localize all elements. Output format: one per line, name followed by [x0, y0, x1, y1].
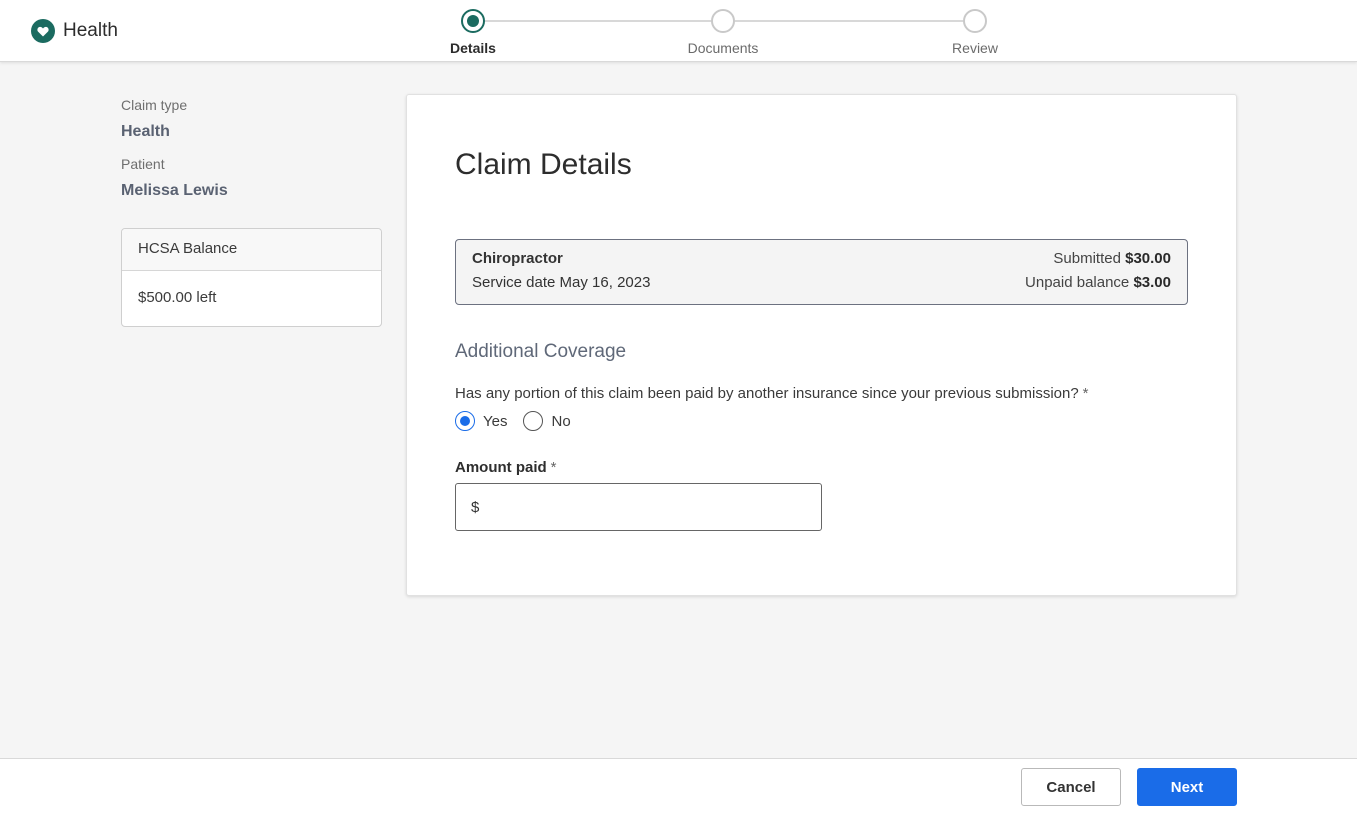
- progress-stepper: Details Documents Review: [0, 0, 1357, 62]
- patient-value: Melissa Lewis: [121, 182, 228, 199]
- page-title: Claim Details: [455, 148, 632, 181]
- step-indicator-documents[interactable]: [711, 9, 735, 33]
- claim-unpaid: Unpaid balance $3.00: [1025, 274, 1171, 291]
- radio-no-label[interactable]: No: [551, 413, 570, 430]
- claim-type-label: Claim type: [121, 97, 188, 113]
- required-marker: *: [550, 459, 557, 476]
- amount-paid-input[interactable]: [485, 485, 821, 529]
- submitted-amount: $30.00: [1125, 250, 1171, 267]
- coverage-radio-group: Yes No: [455, 411, 587, 431]
- step-label-review[interactable]: Review: [915, 40, 1035, 56]
- submitted-label: Submitted: [1053, 250, 1121, 267]
- currency-prefix: $: [471, 498, 480, 516]
- amount-paid-field[interactable]: $: [455, 483, 822, 531]
- radio-no[interactable]: [523, 411, 544, 431]
- section-title: Additional Coverage: [455, 341, 627, 362]
- balance-amount: $500.00 left: [138, 289, 217, 306]
- unpaid-amount: $3.00: [1133, 274, 1171, 291]
- claim-service-date: Service date May 16, 2023: [472, 274, 651, 291]
- hcsa-balance-card: HCSA Balance $500.00 left: [121, 228, 382, 327]
- step-indicator-review[interactable]: [963, 9, 987, 33]
- next-button[interactable]: Next: [1137, 768, 1237, 806]
- amount-paid-label: Amount paid *: [455, 459, 557, 476]
- claim-submitted: Submitted $30.00: [1053, 250, 1171, 267]
- top-header: Health Details Documents Review: [0, 0, 1357, 62]
- coverage-question: Has any portion of this claim been paid …: [455, 385, 1089, 402]
- radio-yes[interactable]: [455, 411, 475, 431]
- step-label-documents[interactable]: Documents: [663, 40, 783, 56]
- claim-summary: Chiropractor Service date May 16, 2023 S…: [455, 239, 1188, 305]
- step-connector: [734, 20, 964, 22]
- claim-details-card: Claim Details Chiropractor Service date …: [406, 94, 1237, 596]
- question-text: Has any portion of this claim been paid …: [455, 385, 1079, 402]
- claim-type-value: Health: [121, 123, 170, 140]
- cancel-button[interactable]: Cancel: [1021, 768, 1121, 806]
- balance-title: HCSA Balance: [122, 229, 381, 271]
- step-indicator-details[interactable]: [461, 9, 485, 33]
- required-marker: *: [1082, 385, 1089, 402]
- amount-label-text: Amount paid: [455, 459, 547, 476]
- radio-yes-label[interactable]: Yes: [483, 413, 507, 430]
- step-connector: [484, 20, 712, 22]
- unpaid-label: Unpaid balance: [1025, 274, 1130, 291]
- footer-bar: Cancel Next: [0, 758, 1357, 813]
- claim-service: Chiropractor: [472, 250, 563, 267]
- step-label-details[interactable]: Details: [413, 40, 533, 56]
- patient-label: Patient: [121, 156, 165, 172]
